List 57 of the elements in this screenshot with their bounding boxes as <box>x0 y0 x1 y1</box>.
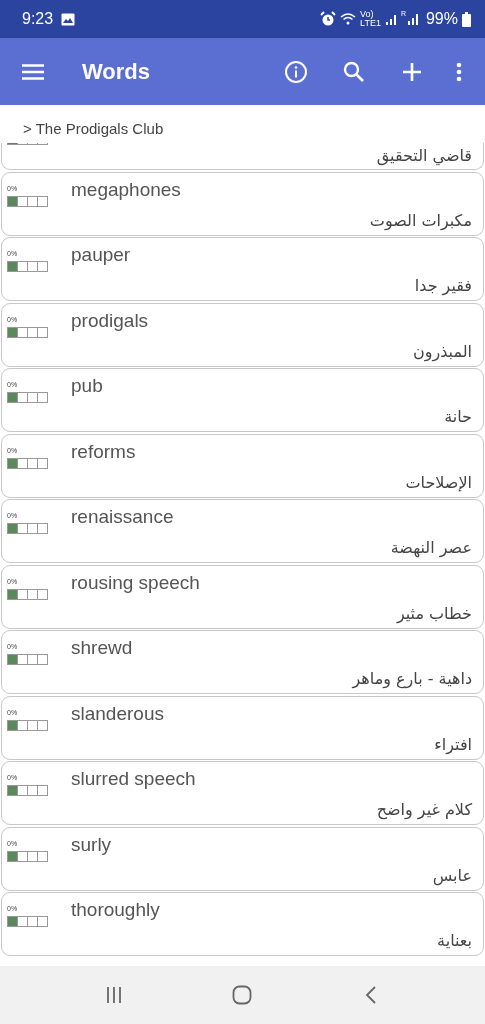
wifi-icon <box>340 12 357 26</box>
word: slurred speech <box>71 768 196 790</box>
battery-icon <box>462 11 471 27</box>
plus-icon <box>402 61 422 82</box>
word-card[interactable]: قاضي التحقيق <box>1 143 484 170</box>
signal-icon <box>384 12 397 26</box>
progress-bar <box>7 654 48 665</box>
word: megaphones <box>71 178 181 201</box>
battery-percent: 99% <box>425 10 458 28</box>
progress-bar <box>7 457 48 469</box>
word: shrewd <box>71 637 133 659</box>
translation: فقير جدا <box>414 276 472 295</box>
progress-bar <box>7 719 48 731</box>
signal-icon <box>406 12 419 26</box>
word: pub <box>71 375 103 397</box>
word: thoroughly <box>71 899 160 921</box>
progress-bar <box>7 588 48 600</box>
translation: افتراء <box>434 734 472 754</box>
progress-bar <box>7 916 48 927</box>
progress-bar <box>7 392 48 403</box>
translation: حانة <box>444 407 472 426</box>
image-icon <box>61 12 76 26</box>
back-icon <box>364 986 377 1004</box>
progress-bar <box>7 850 48 862</box>
translation: قاضي التحقيق <box>376 146 472 165</box>
clock: 9:23 <box>22 10 54 28</box>
translation: عصر النهضة <box>390 538 472 557</box>
recents-icon <box>105 986 124 1004</box>
search-icon <box>343 60 365 83</box>
word: reforms <box>71 440 136 463</box>
translation: خطاب مثير <box>396 603 472 623</box>
alarm-icon <box>320 11 337 27</box>
word: rousing speech <box>71 571 200 594</box>
translation: مكبرات الصوت <box>369 210 472 230</box>
more-icon <box>456 61 462 82</box>
translation: كلام غير واضح <box>376 800 472 819</box>
screen-title: Words <box>82 58 151 85</box>
network-label: Vo) <box>360 10 374 19</box>
translation: داهية - بارع وماهر <box>352 669 472 688</box>
progress-bar <box>7 523 48 534</box>
word: surly <box>71 833 112 856</box>
network-label: LTE1 <box>360 19 381 28</box>
info-icon <box>284 59 308 84</box>
progress-bar <box>7 261 48 272</box>
word: prodigals <box>71 309 149 332</box>
translation: عابس <box>432 865 472 885</box>
menu-icon <box>22 63 44 80</box>
word: renaissance <box>71 506 174 528</box>
translation: الإصلاحات <box>405 472 472 492</box>
translation: المبذرون <box>413 341 472 361</box>
translation: بعناية <box>437 931 472 950</box>
word: slanderous <box>71 702 164 725</box>
word: pauper <box>71 244 131 266</box>
progress-bar <box>7 195 48 207</box>
progress-bar <box>7 326 48 338</box>
home-icon <box>232 985 253 1005</box>
progress-bar <box>7 785 48 796</box>
